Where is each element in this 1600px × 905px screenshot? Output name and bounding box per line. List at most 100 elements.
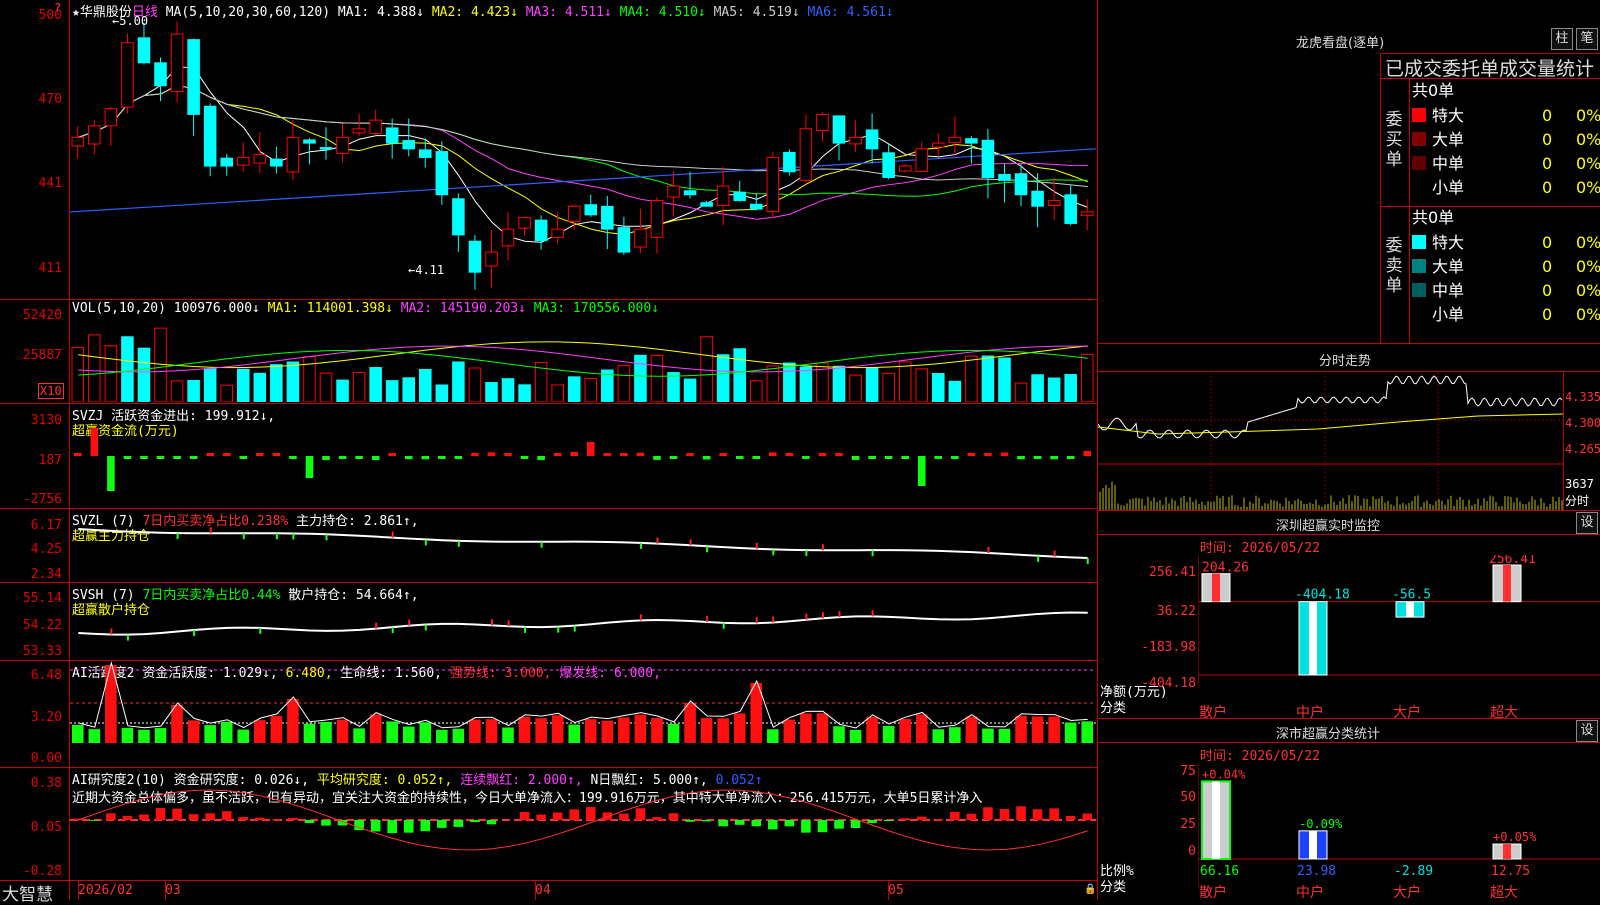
flow-bar[interactable] bbox=[637, 453, 645, 456]
flow-bar[interactable] bbox=[736, 456, 744, 459]
flow-bar[interactable] bbox=[554, 453, 562, 456]
volume-bar[interactable] bbox=[403, 378, 415, 402]
activity-bar[interactable] bbox=[866, 717, 878, 743]
candle[interactable] bbox=[949, 137, 961, 142]
research-bar[interactable] bbox=[702, 820, 712, 821]
activity-bar[interactable] bbox=[320, 722, 332, 743]
candle[interactable] bbox=[403, 141, 415, 149]
volume-bar[interactable] bbox=[155, 328, 167, 402]
candle[interactable] bbox=[122, 43, 134, 107]
volume-bar[interactable] bbox=[420, 369, 432, 402]
research-bar[interactable] bbox=[1033, 809, 1043, 820]
volume-bar[interactable] bbox=[436, 385, 448, 402]
research-bar[interactable] bbox=[487, 820, 497, 824]
flow-bar[interactable] bbox=[1017, 456, 1025, 459]
candle[interactable] bbox=[883, 153, 895, 178]
activity-bar[interactable] bbox=[1048, 717, 1060, 743]
volume-bar[interactable] bbox=[519, 385, 531, 402]
volume-bar[interactable] bbox=[337, 380, 349, 402]
research-bar[interactable] bbox=[1049, 808, 1059, 820]
candle[interactable] bbox=[800, 129, 812, 181]
volume-bar[interactable] bbox=[618, 366, 630, 402]
flow-bar[interactable] bbox=[355, 456, 363, 459]
candle[interactable] bbox=[138, 38, 150, 63]
activity-bar[interactable] bbox=[651, 718, 663, 743]
activity-bar[interactable] bbox=[89, 729, 101, 743]
flow-bar[interactable] bbox=[1034, 456, 1042, 459]
volume-bar[interactable] bbox=[486, 382, 498, 402]
volume-bar[interactable] bbox=[684, 379, 696, 402]
research-bar[interactable] bbox=[520, 812, 530, 820]
volume-bar[interactable] bbox=[502, 379, 514, 402]
research-bar[interactable] bbox=[139, 815, 149, 820]
flow-bar[interactable] bbox=[339, 456, 347, 459]
research-bar[interactable] bbox=[735, 820, 745, 825]
activity-bar[interactable] bbox=[767, 729, 779, 743]
flow-bar[interactable] bbox=[786, 453, 794, 456]
volume-bar[interactable] bbox=[999, 358, 1011, 402]
flow-bar[interactable] bbox=[157, 456, 165, 459]
volume-bar[interactable] bbox=[883, 373, 895, 402]
flow-bar[interactable] bbox=[587, 442, 595, 456]
activity-bar[interactable] bbox=[171, 705, 183, 743]
candle[interactable] bbox=[237, 157, 249, 165]
volume-bar[interactable] bbox=[1015, 383, 1027, 402]
candle[interactable] bbox=[784, 152, 796, 171]
research-bar[interactable] bbox=[818, 820, 828, 832]
candle[interactable] bbox=[320, 148, 332, 150]
activity-bar[interactable] bbox=[138, 730, 150, 743]
flow-bar[interactable] bbox=[256, 453, 264, 456]
candle[interactable] bbox=[89, 126, 101, 144]
candle[interactable] bbox=[701, 203, 713, 207]
research-bar[interactable] bbox=[967, 814, 977, 820]
research-bar[interactable] bbox=[1000, 809, 1010, 820]
flow-bar[interactable] bbox=[819, 453, 827, 456]
flow-bar[interactable] bbox=[124, 456, 132, 459]
activity-bar[interactable] bbox=[221, 722, 233, 743]
candle[interactable] bbox=[204, 106, 216, 166]
volume-bar[interactable] bbox=[1032, 375, 1044, 402]
candle[interactable] bbox=[717, 186, 729, 205]
research-bar[interactable] bbox=[1066, 816, 1076, 820]
activity-bar[interactable] bbox=[237, 730, 249, 743]
activity-bar[interactable] bbox=[519, 717, 531, 743]
minute-chart[interactable] bbox=[1098, 372, 1564, 510]
volume-bar[interactable] bbox=[552, 385, 564, 402]
candle[interactable] bbox=[254, 155, 266, 164]
candle[interactable] bbox=[535, 220, 547, 240]
volume-bar[interactable] bbox=[585, 378, 597, 402]
flow-bar[interactable] bbox=[752, 456, 760, 459]
activity-bar[interactable] bbox=[486, 719, 498, 743]
volume-bar[interactable] bbox=[949, 381, 961, 402]
activity-bar[interactable] bbox=[188, 720, 200, 743]
flow-bar[interactable] bbox=[703, 456, 711, 459]
flow-bar[interactable] bbox=[273, 453, 281, 456]
candle[interactable] bbox=[353, 129, 365, 133]
flow-bar[interactable] bbox=[405, 456, 413, 459]
candle[interactable] bbox=[899, 166, 911, 171]
activity-bar[interactable] bbox=[949, 727, 961, 743]
research-bar[interactable] bbox=[437, 820, 447, 828]
volume-bar[interactable] bbox=[370, 368, 382, 402]
brand-label[interactable]: 大智慧 bbox=[2, 880, 53, 905]
candlestick-chart[interactable] bbox=[70, 14, 1096, 298]
candle[interactable] bbox=[585, 205, 597, 215]
candle[interactable] bbox=[486, 252, 498, 266]
kline-panel[interactable]: ★华鼎股份日线 MA(5,10,20,30,60,120) MA1: 4.388… bbox=[0, 0, 1098, 900]
candle[interactable] bbox=[750, 204, 762, 209]
flow-bar[interactable] bbox=[422, 456, 430, 459]
candle[interactable] bbox=[966, 139, 978, 143]
tick-mode-button[interactable]: 笔 bbox=[1576, 28, 1598, 50]
sz-class-settings-button[interactable]: 设 bbox=[1576, 720, 1598, 742]
research-bar[interactable] bbox=[90, 820, 100, 821]
flow-bar[interactable] bbox=[388, 453, 396, 456]
activity-bar[interactable] bbox=[982, 729, 994, 743]
volume-bar[interactable] bbox=[1081, 354, 1093, 402]
flow-bar[interactable] bbox=[935, 456, 943, 459]
volume-bar[interactable] bbox=[287, 362, 299, 402]
activity-bar[interactable] bbox=[933, 729, 945, 743]
activity-bar[interactable] bbox=[535, 718, 547, 743]
research-bar[interactable] bbox=[718, 820, 728, 826]
candle[interactable] bbox=[1081, 212, 1093, 215]
activity-bar[interactable] bbox=[469, 720, 481, 743]
